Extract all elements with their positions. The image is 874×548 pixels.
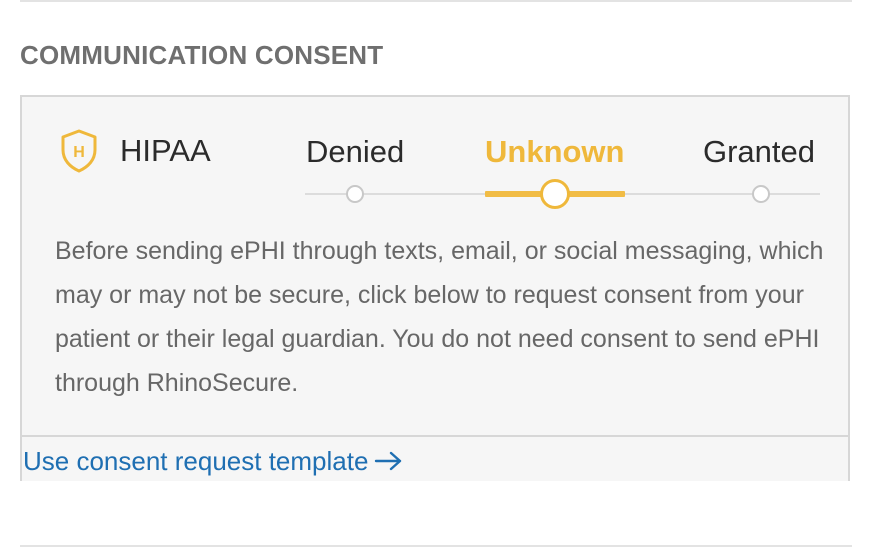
- consent-card: H HIPAA Denied Unknown Granted Before se…: [20, 95, 850, 481]
- consent-page: COMMUNICATION CONSENT H HIPAA Denied Unk…: [0, 0, 874, 548]
- arrow-right-icon: [368, 450, 404, 472]
- bottom-divider: [20, 545, 852, 547]
- consent-template-link-label: Use consent request template: [23, 446, 369, 476]
- section-title: COMMUNICATION CONSENT: [20, 40, 384, 70]
- consent-option-granted-label[interactable]: Granted: [703, 133, 815, 171]
- consent-description: Before sending ePHI through texts, email…: [55, 237, 824, 397]
- hipaa-shield-icon: H: [58, 128, 100, 174]
- consent-option-unknown-radio[interactable]: [540, 179, 570, 209]
- hipaa-header: H HIPAA: [58, 129, 211, 173]
- card-footer: Use consent request template: [22, 435, 848, 481]
- consent-template-link[interactable]: Use consent request template: [23, 444, 404, 478]
- hipaa-label: HIPAA: [120, 133, 211, 168]
- consent-slider-track-right[interactable]: [625, 193, 820, 195]
- consent-option-unknown-label[interactable]: Unknown: [485, 133, 625, 171]
- shield-letter: H: [73, 144, 85, 161]
- top-divider: [20, 0, 852, 2]
- consent-option-denied-radio[interactable]: [346, 185, 364, 203]
- consent-option-denied-label[interactable]: Denied: [306, 133, 404, 171]
- consent-option-granted-radio[interactable]: [752, 185, 770, 203]
- consent-slider-track-left[interactable]: [305, 193, 485, 195]
